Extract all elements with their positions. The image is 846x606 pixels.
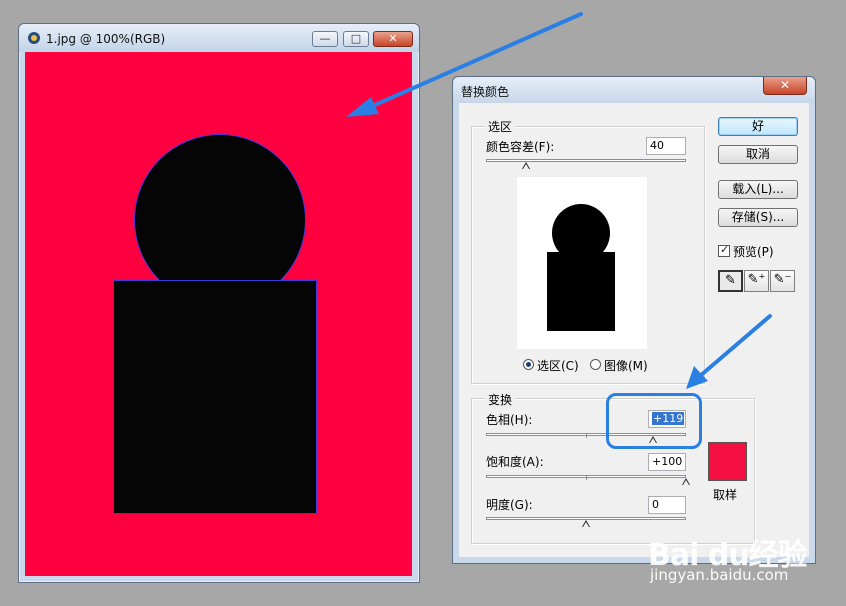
annotation-overlay [346, 12, 772, 389]
arrow-to-canvas-icon [346, 12, 583, 117]
hue-highlight-callout [606, 393, 702, 449]
watermark-url: jingyan.baidu.com [650, 566, 789, 584]
arrow-to-hue-field-icon [686, 314, 772, 389]
